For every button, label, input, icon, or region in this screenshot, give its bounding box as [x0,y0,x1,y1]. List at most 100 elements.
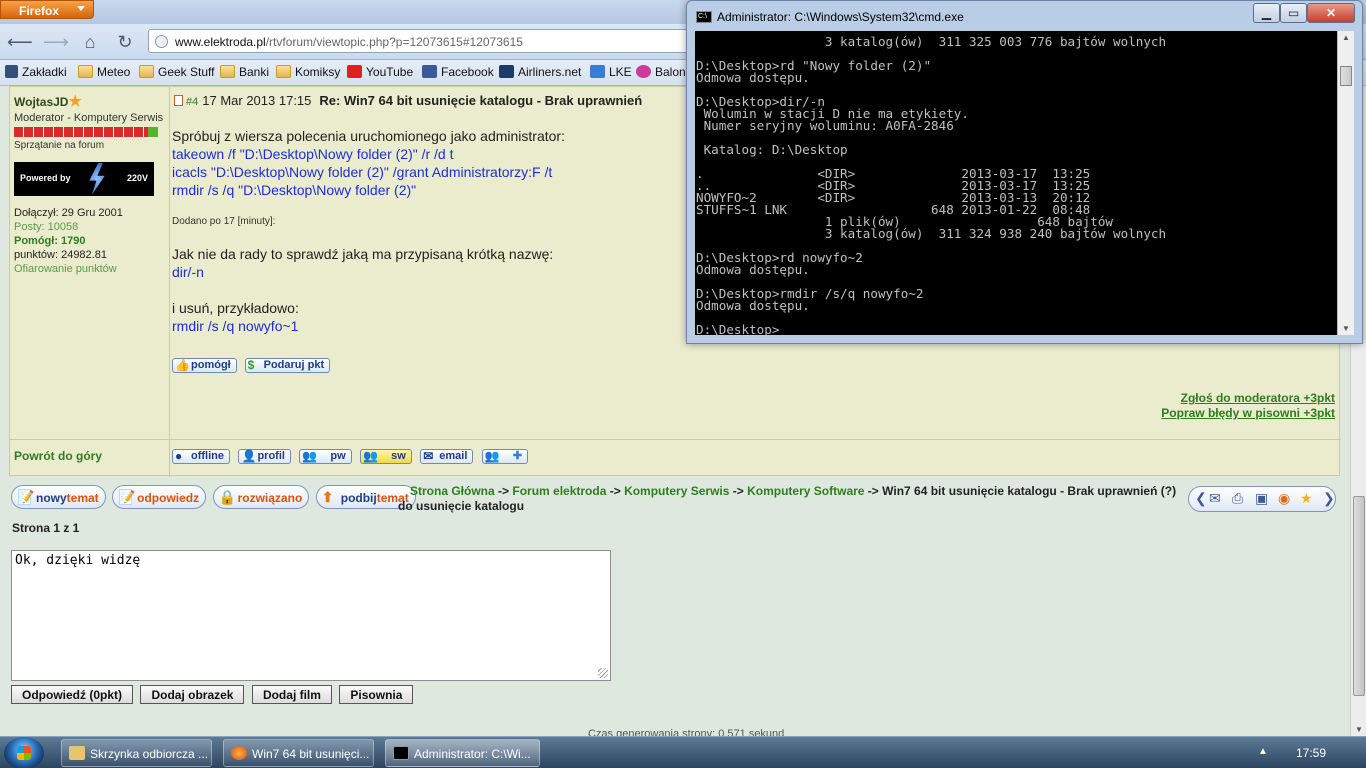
bump-label: podbij [340,491,377,505]
reply-icon: 📝 [118,489,136,505]
breadcrumb-forum[interactable]: Forum elektroda [512,484,606,498]
profile-buttons: ● offline 👤 profil 👥 pw 👥 sw ✉ email 👥 ✚ [172,446,532,464]
taskbar-item-cmd[interactable]: Administrator: C:\Wi... [385,739,540,767]
bookmark-label: Zakładki [22,65,67,79]
email-button[interactable]: ✉ email [420,449,474,464]
bookmark-geek-stuff[interactable]: Geek Stuff [139,65,214,79]
bookmark-facebook[interactable]: Facebook [422,65,494,79]
airplane-icon [499,65,514,78]
start-button[interactable] [4,737,44,768]
windows-logo-icon [17,746,31,760]
reload-icon[interactable]: ↻ [114,31,136,53]
close-button[interactable]: ✕ [1307,3,1355,23]
shield-icon [590,65,605,78]
fix-typos-link[interactable]: Popraw błędy w pisowni +3pkt [1161,406,1335,421]
reply-button[interactable]: 📝 odpowiedz [112,485,207,509]
offline-button[interactable]: ● offline [172,449,230,464]
taskbar-clock[interactable]: 17:59 [1296,746,1326,760]
chevron-right-icon[interactable]: ❯ [1323,490,1335,507]
author-joined: Dołączył: 29 Gru 2001 [14,207,123,219]
bookmark-label: LKE [609,65,632,79]
helped-button[interactable]: 👍 pomógł [172,358,237,373]
post-number[interactable]: #4 [186,96,198,108]
profile-button[interactable]: 👤 profil [238,449,291,464]
donate-points-link[interactable]: Ofiarowanie punktów [14,262,169,276]
breadcrumb-separator: -> [606,484,625,498]
scroll-up-icon[interactable]: ▲ [1342,33,1350,42]
cmd-scrollbar[interactable]: ▲ ▼ [1337,31,1354,335]
minimize-button[interactable]: ▁ [1253,3,1280,23]
bookmark-label: Meteo [97,65,131,79]
maximize-button[interactable]: ▭ [1280,3,1307,23]
reply-textarea[interactable]: Ok, dzięki widzę [11,550,611,681]
bookmark-airliners[interactable]: Airliners.net [499,65,581,79]
back-arrow-icon[interactable]: ⟵ [7,31,33,53]
bookmark-balon[interactable]: Balon [636,65,686,79]
bookmark-youtube[interactable]: YouTube [347,65,413,79]
add-friend-button[interactable]: 👥 ✚ [481,449,529,464]
folder-icon [220,65,235,78]
add-video-button[interactable]: Dodaj film [251,685,332,704]
author-posts[interactable]: Posty: 10058 [14,220,169,234]
plus-icon: ✚ [512,450,523,462]
solved-button[interactable]: 🔒 rozwiązano [212,485,310,509]
sw-button[interactable]: 👥 sw [360,449,412,464]
breadcrumb-category[interactable]: Komputery Serwis [624,484,729,498]
breadcrumb-home[interactable]: Strona Główna [410,484,495,498]
scroll-down-icon[interactable]: ▼ [1342,324,1350,333]
lightning-icon [89,163,105,195]
add-image-button[interactable]: Dodaj obrazek [140,685,245,704]
post-header: #4 17 Mar 2013 17:15 Re: Win7 64 bit usuni… [174,93,642,108]
star-icon[interactable]: ★ [1300,490,1313,507]
forward-arrow-icon[interactable]: ⟶ [43,31,69,53]
cmd-window[interactable]: C:\ Administrator: C:\Windows\System32\c… [686,0,1363,344]
pm-label: pw [330,450,346,462]
post-body: Spróbuj z wiersza polecenia uruchomioneg… [172,127,565,335]
bookmark-icon[interactable]: ▣ [1255,490,1268,507]
reply-label: odpowiedz [137,491,200,505]
folder-icon [139,65,154,78]
pm-button[interactable]: 👥 pw [299,449,352,464]
post-icon[interactable] [174,95,183,106]
post-date: 17 Mar 2013 17:15 [202,93,312,108]
tray-expand-icon[interactable]: ▲ [1258,746,1268,757]
back-to-top-link[interactable]: Powrót do góry [14,449,102,463]
submit-reply-button[interactable]: Odpowiedź (0pkt) [11,685,133,704]
taskbar-item-mail[interactable]: Skrzynka odbiorcza ... [61,739,212,767]
envelope-icon[interactable]: ✉ [1209,490,1221,507]
spellcheck-button[interactable]: Pisownia [339,685,414,704]
donate-button[interactable]: $ Podaruj pkt [244,358,331,373]
cmd-scroll-thumb[interactable] [1340,66,1352,86]
address-bar[interactable]: www.elektroda.pl/rtvforum/viewtopic.php?… [148,29,708,53]
scroll-thumb[interactable] [1353,496,1365,696]
author-helped[interactable]: Pomógł: 1790 [14,234,169,248]
thumbs-up-icon: 👍 [175,358,190,372]
cmd-icon: C:\ [696,11,712,23]
home-icon[interactable]: ⌂ [79,31,101,53]
author-points: punktów: 24982.81 [14,249,107,261]
bookmark-meteo[interactable]: Meteo [78,65,130,79]
scroll-down-icon[interactable]: ▼ [1355,725,1363,734]
bookmark-banki[interactable]: Banki [220,65,269,79]
reply-text: Ok, dzięki widzę [15,553,141,568]
print-icon[interactable]: ⎙ [1232,490,1243,507]
author-name[interactable]: WojtasJD [14,95,68,109]
resize-grip-icon[interactable] [598,668,608,678]
chevron-left-icon[interactable]: ❮ [1195,490,1207,507]
taskbar-item-firefox[interactable]: Win7 64 bit usunięci... [223,739,374,767]
cmd-console[interactable]: 3 katalog(ów) 311 325 003 776 bajtów wol… [695,31,1337,335]
report-link[interactable]: Zgłoś do moderatora +3pkt [1161,391,1335,406]
cmd-icon [393,746,409,760]
bookmark-komiksy[interactable]: Komiksy [276,65,340,79]
bookmark-lke[interactable]: LKE [590,65,632,79]
powered-volt: 220V [126,173,148,183]
watch-icon[interactable]: ◉ [1278,490,1290,507]
bookmark-label: Banki [239,65,270,79]
dollar-icon: $ [247,358,255,372]
breadcrumb-subcategory[interactable]: Komputery Software [747,484,864,498]
star-icon: ★ [68,93,82,110]
post-command: rmdir /s /q "D:\Desktop\Nowy folder (2)" [172,182,417,198]
new-topic-button[interactable]: 📝 nowytemat [11,485,106,509]
firefox-menu-button[interactable]: Firefox [0,0,94,19]
bookmark-zakladki[interactable]: Zakładki [5,65,67,79]
